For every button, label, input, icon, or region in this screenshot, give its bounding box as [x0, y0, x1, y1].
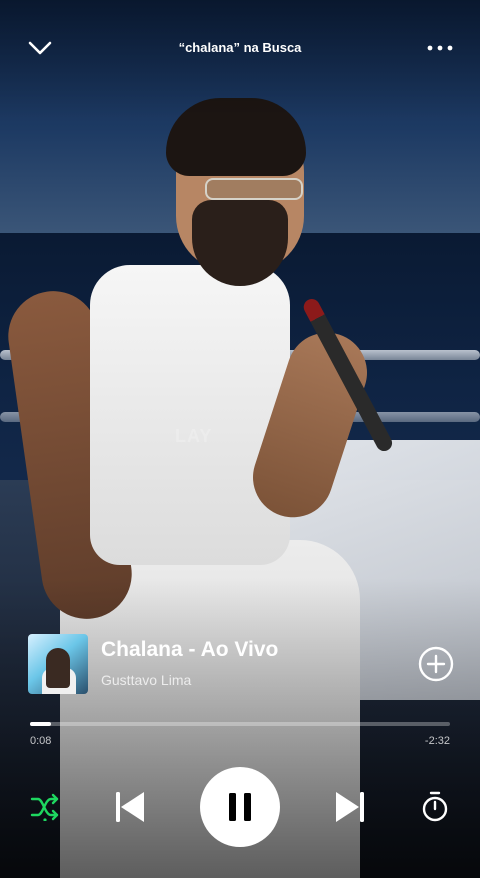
more-options-button[interactable] [422, 30, 458, 66]
shuffle-icon [30, 793, 59, 821]
time-elapsed: 0:08 [30, 735, 52, 747]
track-artist[interactable]: Gusttavo Lima [101, 672, 191, 688]
sleep-timer-button[interactable] [417, 789, 453, 825]
singer-torso [90, 265, 290, 565]
video-watermark: LAY [175, 426, 213, 446]
progress-fill [30, 722, 51, 726]
more-options-icon [427, 45, 453, 51]
previous-button[interactable] [112, 789, 148, 825]
add-circle-icon [418, 646, 454, 682]
skip-next-icon [336, 792, 364, 822]
video-background: LAY [0, 0, 480, 878]
album-cover[interactable] [28, 634, 88, 694]
shuffle-button[interactable] [27, 789, 63, 825]
sleep-timer-icon [422, 791, 448, 822]
playing-from-context: “chalana” na Busca [178, 40, 302, 55]
time-remaining: -2:32 [424, 735, 450, 747]
playback-controls [0, 765, 480, 849]
skip-previous-icon [116, 792, 144, 822]
singer-glasses [205, 178, 303, 200]
now-playing-header: “chalana” na Busca [0, 30, 480, 70]
add-to-library-button[interactable] [418, 646, 454, 682]
progress-bar[interactable] [30, 722, 450, 726]
track-info: Chalana - Ao Vivo Gusttavo Lima [28, 632, 454, 696]
track-title[interactable]: Chalana - Ao Vivo [101, 638, 278, 662]
pause-button[interactable] [200, 767, 280, 847]
next-button[interactable] [332, 789, 368, 825]
pause-icon [229, 793, 251, 821]
